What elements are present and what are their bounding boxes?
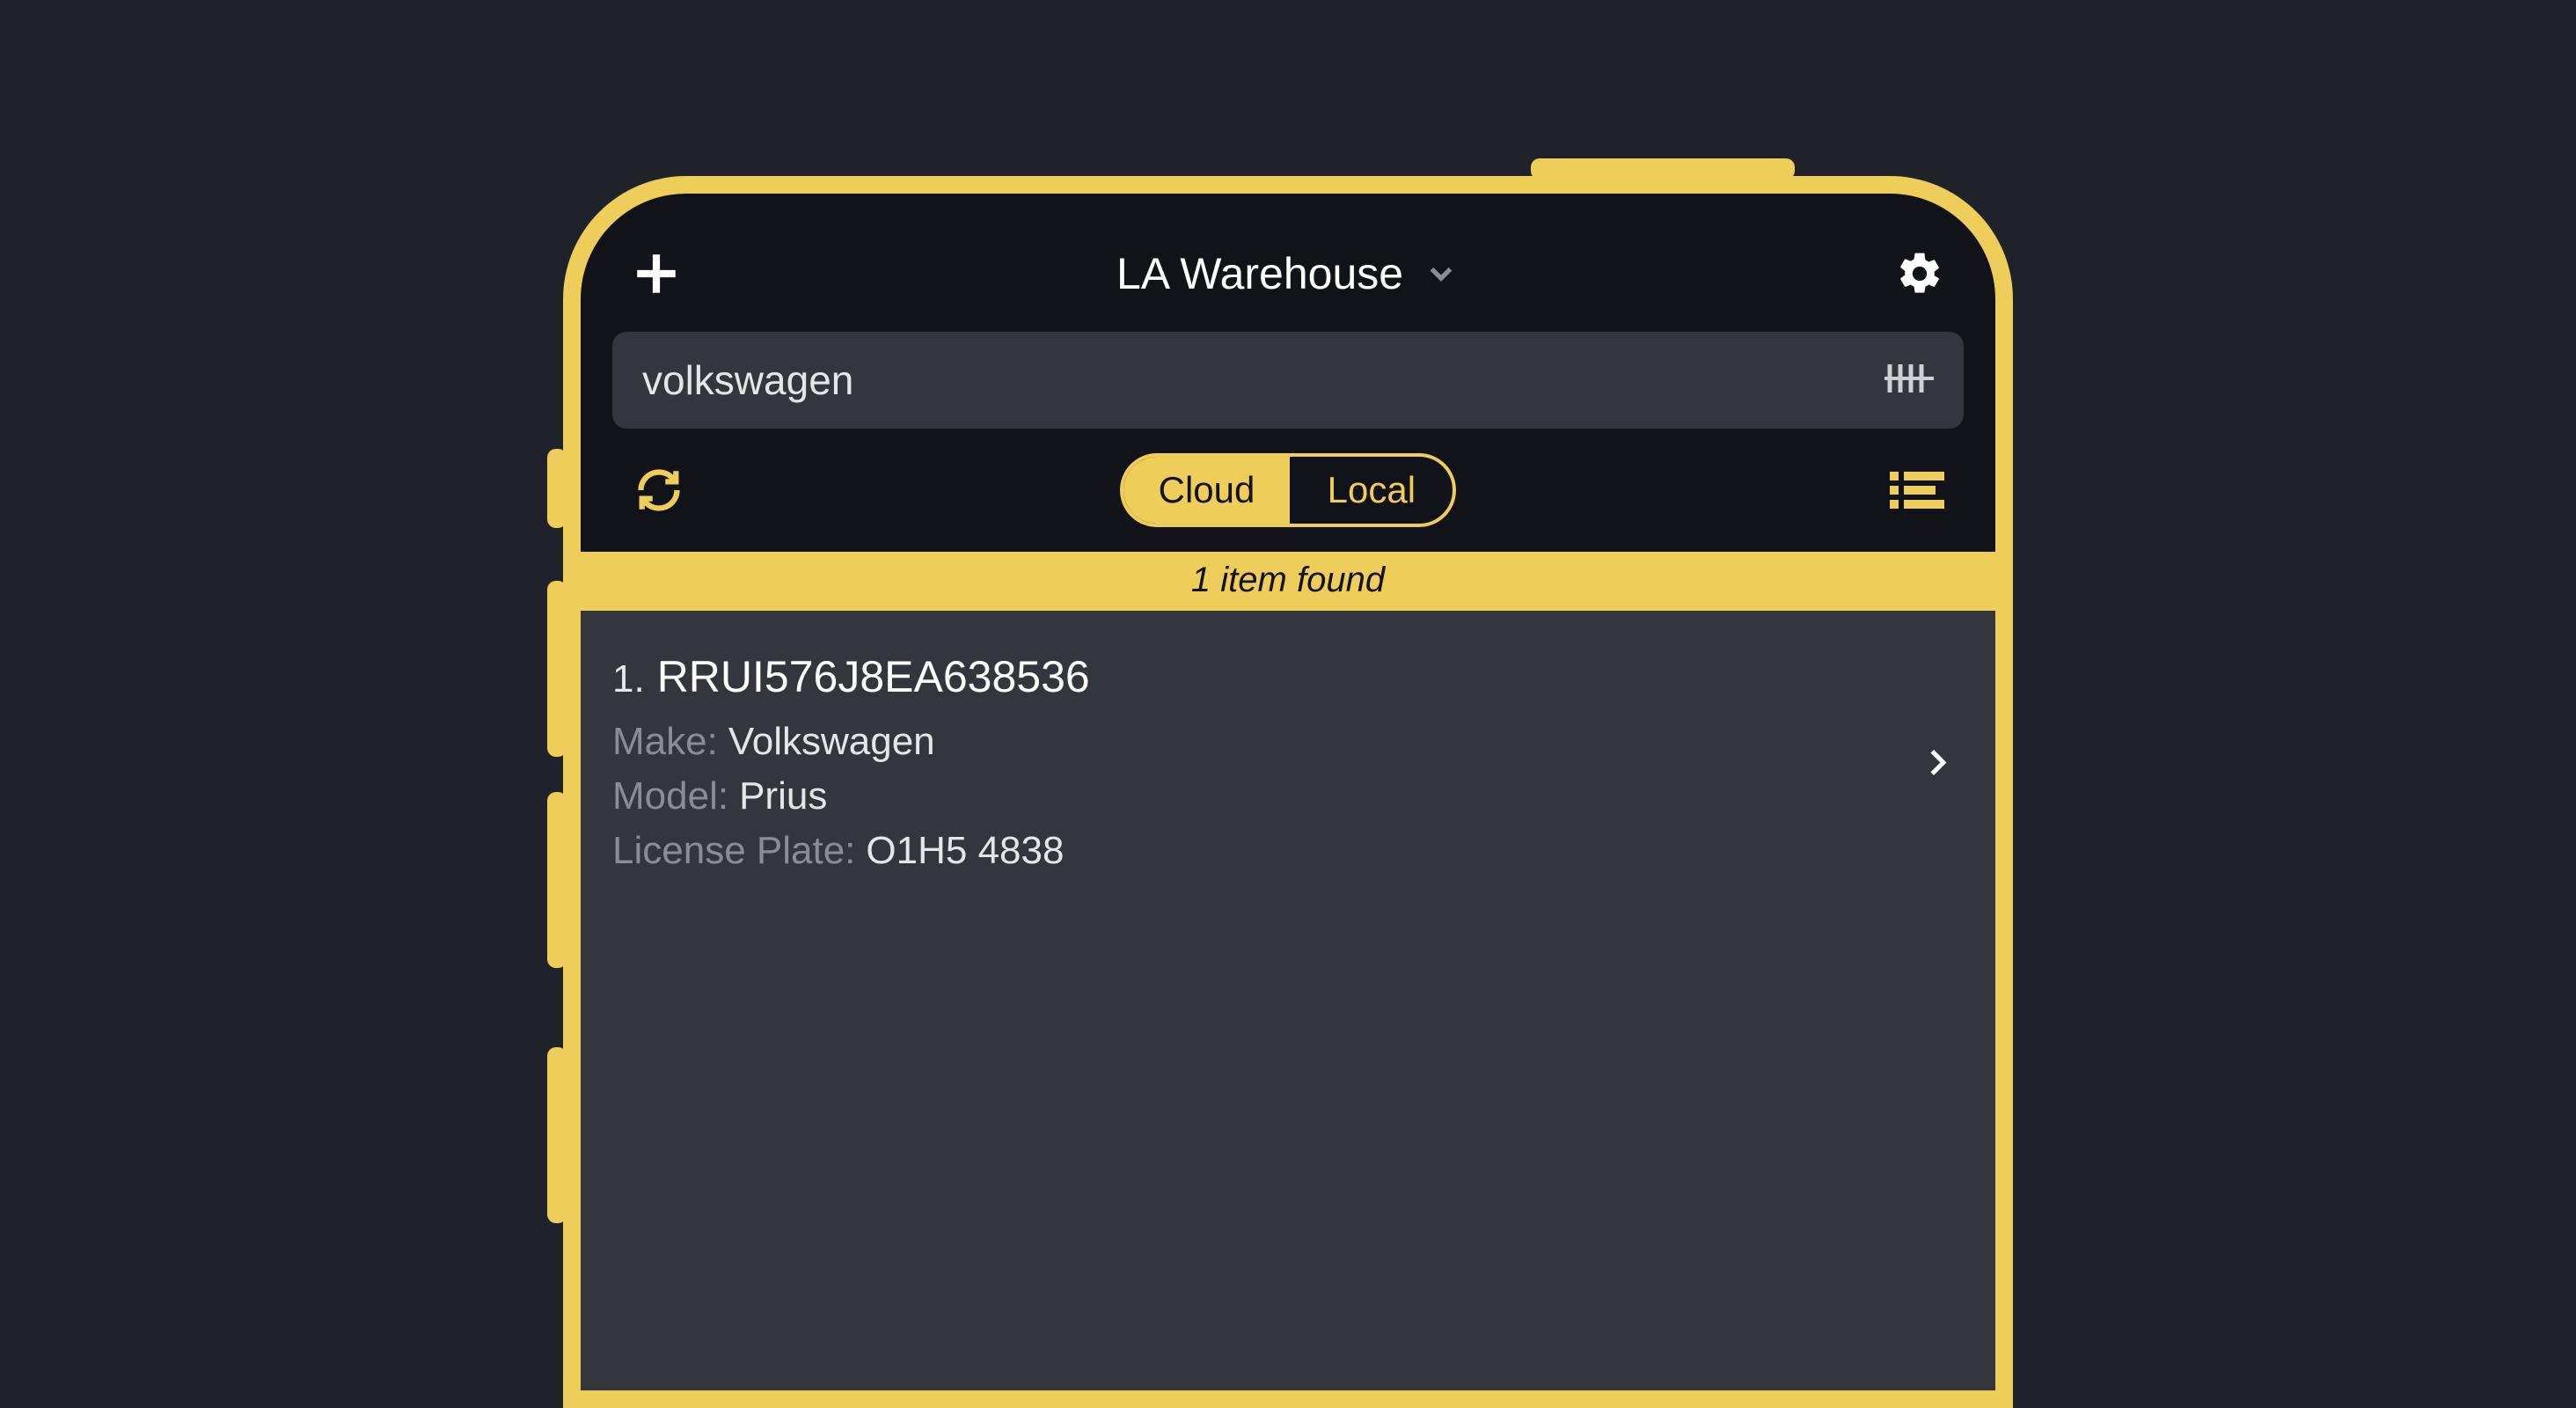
gear-icon <box>1895 249 1944 298</box>
source-local-tab[interactable]: Local <box>1290 457 1453 524</box>
refresh-icon <box>633 465 684 516</box>
result-title-row: 1. RRUI576J8EA638536 <box>612 651 1890 702</box>
source-toggle: Cloud Local <box>1120 453 1457 527</box>
make-value: Volkswagen <box>728 720 935 764</box>
results-list: 1. RRUI576J8EA638536 Make: Volkswagen Mo… <box>581 611 1995 1390</box>
result-model: Model: Prius <box>612 769 1890 824</box>
result-index: 1. <box>612 657 645 701</box>
phone-frame: LA Warehouse <box>563 176 2013 1408</box>
plate-label: License Plate: <box>612 829 855 873</box>
warehouse-selector[interactable]: LA Warehouse <box>1116 248 1460 299</box>
search-input[interactable] <box>642 356 1884 404</box>
phone-screen: LA Warehouse <box>581 194 1995 1390</box>
refresh-button[interactable] <box>628 459 690 521</box>
warehouse-title: LA Warehouse <box>1116 248 1403 299</box>
plus-icon <box>631 248 682 299</box>
result-chevron <box>1920 741 1953 789</box>
result-make: Make: Volkswagen <box>612 715 1890 769</box>
search-row <box>581 332 1995 450</box>
settings-button[interactable] <box>1888 242 1951 305</box>
chevron-down-icon <box>1423 255 1460 292</box>
list-view-button[interactable] <box>1886 459 1948 521</box>
results-count-strip: 1 item found <box>581 552 1995 611</box>
search-field[interactable] <box>612 332 1964 429</box>
barcode-scan-button[interactable] <box>1884 361 1934 400</box>
result-plate: License Plate: O1H5 4838 <box>612 824 1890 878</box>
model-label: Model: <box>612 774 728 818</box>
source-cloud-tab[interactable]: Cloud <box>1123 457 1291 524</box>
filter-row: Cloud Local <box>581 450 1995 552</box>
add-button[interactable] <box>625 242 688 305</box>
list-icon <box>1890 468 1944 512</box>
make-label: Make: <box>612 720 718 764</box>
result-item[interactable]: 1. RRUI576J8EA638536 Make: Volkswagen Mo… <box>581 642 1995 887</box>
result-id: RRUI576J8EA638536 <box>657 651 1090 702</box>
barcode-icon <box>1884 361 1934 396</box>
plate-value: O1H5 4838 <box>866 829 1064 873</box>
chevron-right-icon <box>1920 741 1953 785</box>
model-value: Prius <box>739 774 827 818</box>
app-header: LA Warehouse <box>581 194 1995 332</box>
